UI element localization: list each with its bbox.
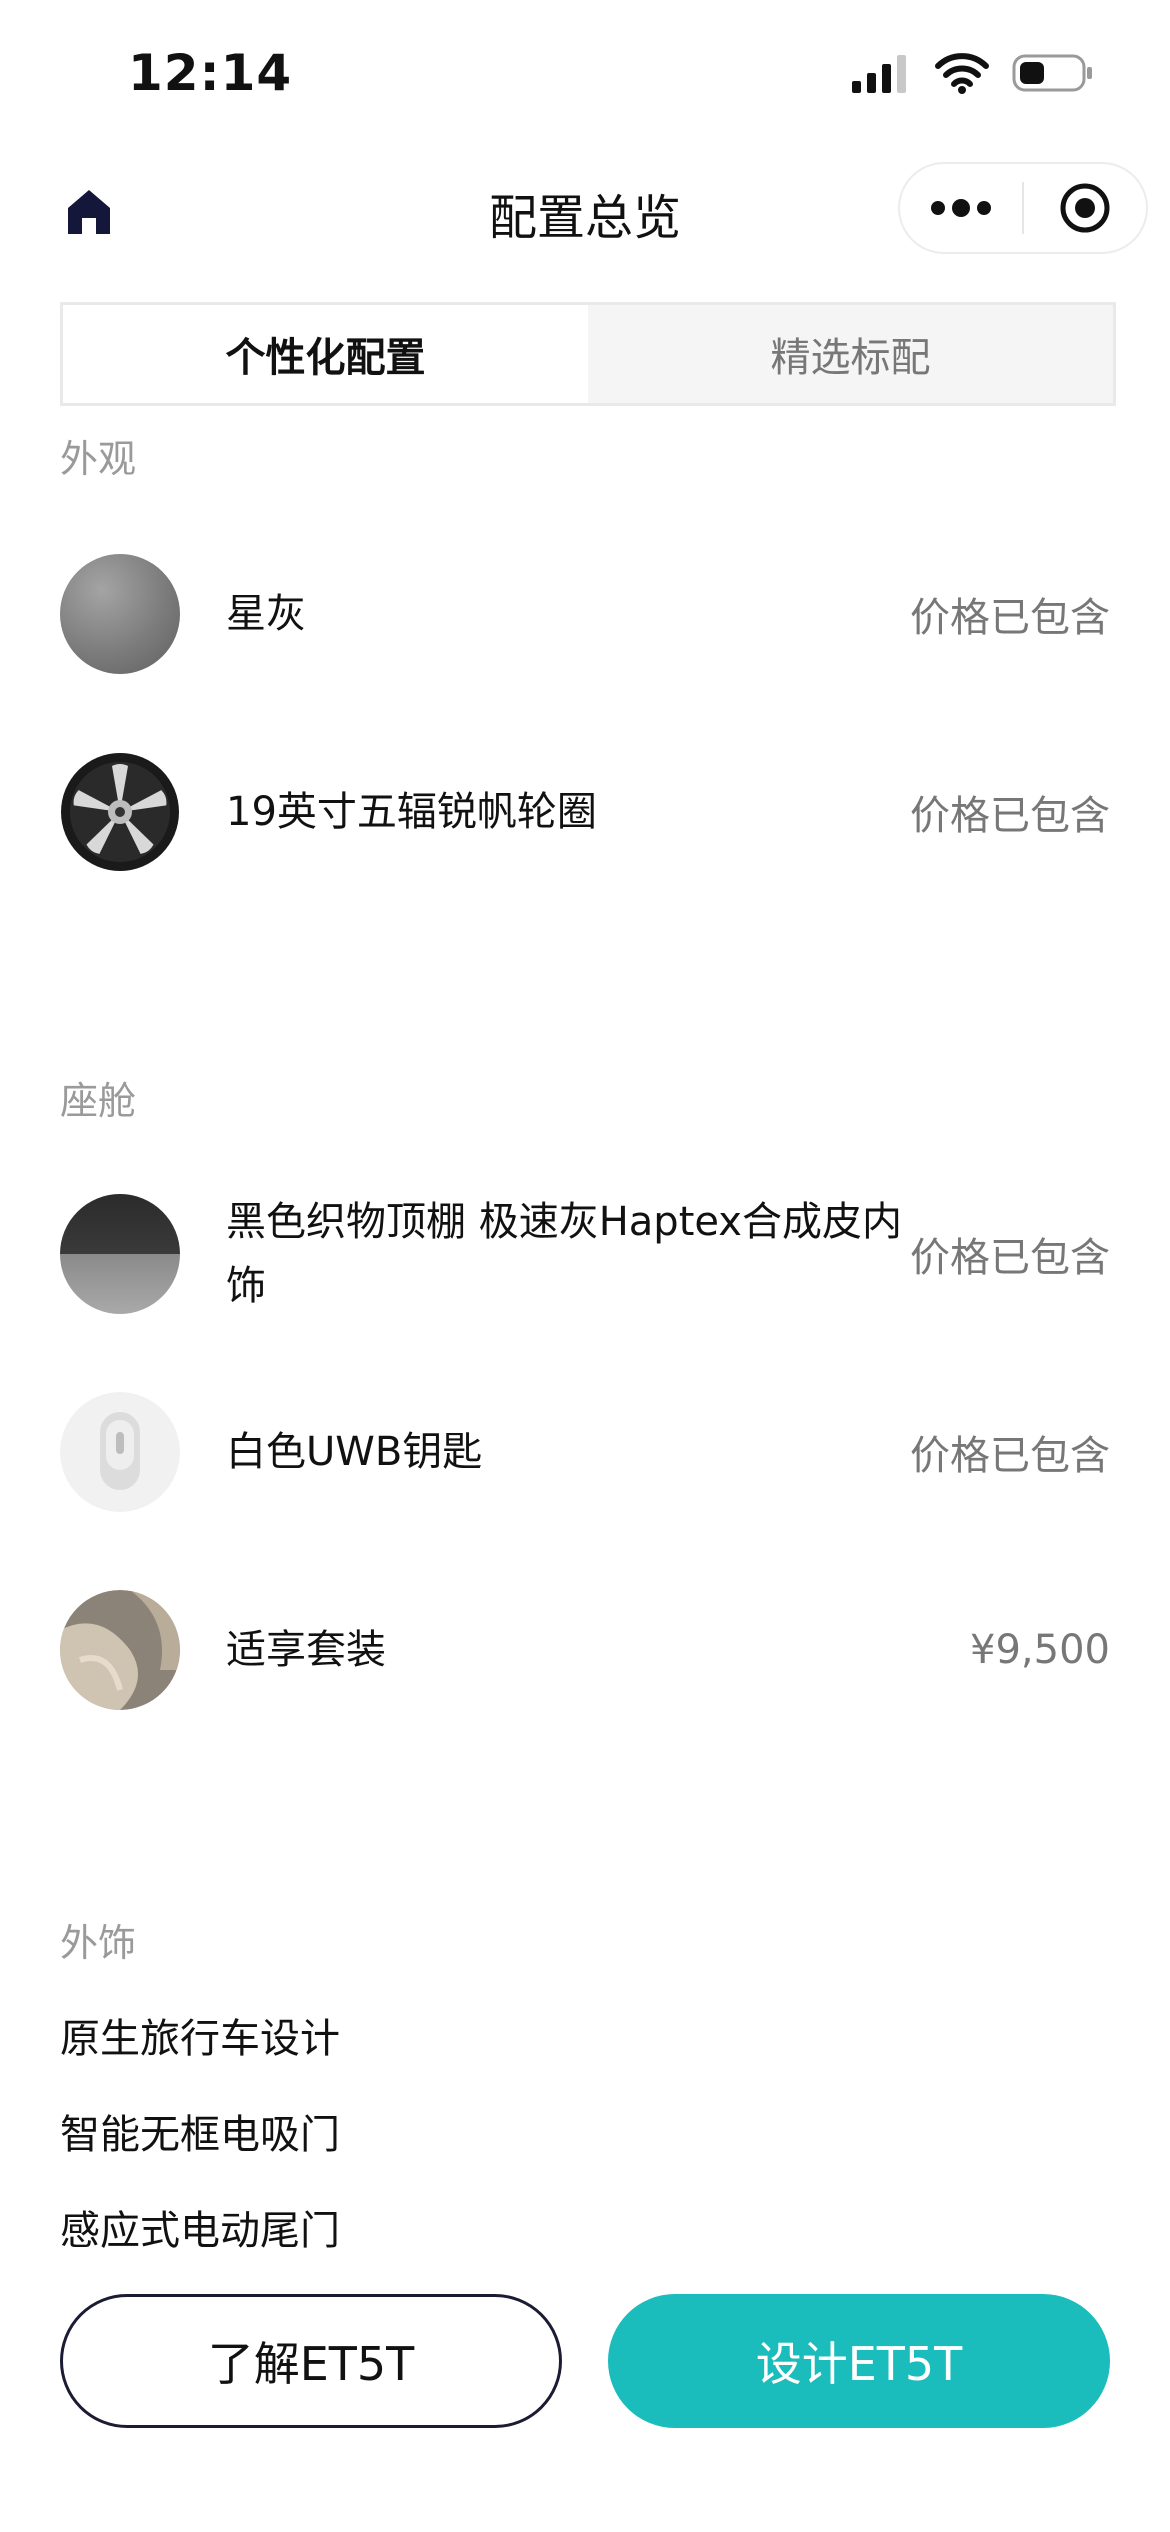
config-item-interior: 黑色织物顶棚 极速灰Haptex合成皮内饰 价格已包含: [60, 1194, 1110, 1318]
status-bar: 12:14: [0, 0, 1170, 150]
item-name: 星灰: [226, 591, 306, 637]
tab-standard[interactable]: 精选标配: [588, 305, 1113, 403]
config-item-wheels: 19英寸五辐锐帆轮圈 价格已包含: [60, 752, 1110, 876]
item-price: 价格已包含: [910, 793, 1110, 839]
nav-bar: 配置总览: [0, 150, 1170, 270]
item-price: 价格已包含: [910, 595, 1110, 641]
learn-et5t-button[interactable]: 了解ET5T: [60, 2294, 562, 2428]
wheel-thumbnail: [61, 753, 179, 871]
feature-item: 智能无框电吸门: [60, 2112, 340, 2158]
section-label-trim: 外饰: [60, 1921, 137, 1965]
target-close-icon: [1060, 183, 1110, 233]
item-name: 黑色织物顶棚 极速灰Haptex合成皮内饰: [226, 1199, 902, 1309]
item-price: 价格已包含: [910, 1433, 1110, 1479]
item-price: 价格已包含: [910, 1235, 1110, 1281]
item-name: 19英寸五辐锐帆轮圈: [226, 789, 597, 835]
feature-item: 原生旅行车设计: [60, 2016, 340, 2062]
section-label-exterior: 外观: [60, 437, 137, 481]
more-button[interactable]: [900, 164, 1022, 252]
close-miniprogram-button[interactable]: [1024, 164, 1146, 252]
mini-program-capsule: [898, 162, 1148, 254]
item-name: 白色UWB钥匙: [226, 1429, 483, 1475]
config-item-color: 星灰 价格已包含: [60, 554, 1110, 678]
feature-item: 感应式电动尾门: [60, 2208, 340, 2254]
color-swatch-thumbnail: [60, 554, 180, 674]
section-label-cabin: 座舱: [60, 1079, 137, 1123]
item-name: 适享套装: [226, 1627, 386, 1673]
more-dots-icon: [931, 199, 991, 217]
seat-package-thumbnail: [60, 1590, 180, 1710]
tab-personalized[interactable]: 个性化配置: [63, 305, 588, 403]
uwb-key-thumbnail: [60, 1392, 180, 1512]
status-time: 12:14: [128, 44, 293, 102]
design-et5t-button[interactable]: 设计ET5T: [608, 2294, 1110, 2428]
battery-icon: [1012, 54, 1092, 92]
config-tabs: 个性化配置 精选标配: [60, 302, 1116, 406]
wifi-icon: [935, 53, 989, 94]
cellular-signal-icon: [852, 55, 906, 93]
config-item-key: 白色UWB钥匙 价格已包含: [60, 1392, 1110, 1516]
item-price: ¥9,500: [970, 1627, 1110, 1673]
config-item-package: 适享套装 ¥9,500: [60, 1590, 1110, 1714]
status-icons: [852, 52, 1094, 94]
interior-swatch-thumbnail: [60, 1194, 180, 1314]
